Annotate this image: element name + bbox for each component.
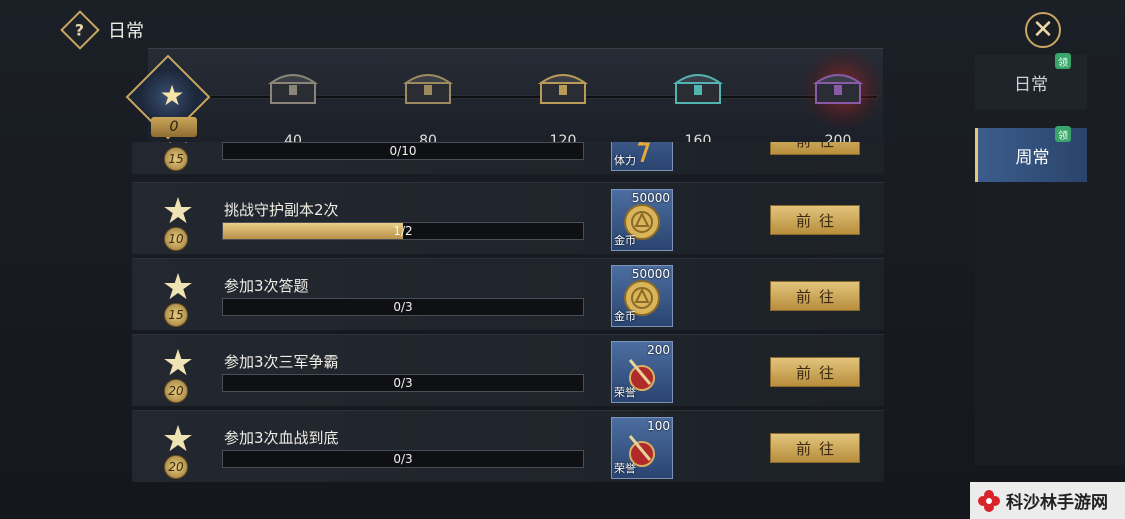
- side-tabs: 日常 领 周常 领: [975, 53, 1125, 465]
- task-points: 15: [164, 147, 188, 171]
- progress-text: 0/3: [393, 452, 413, 466]
- reward-item[interactable]: 体力: [611, 142, 673, 171]
- flower-logo-icon: [978, 489, 1000, 512]
- treasure-chest-icon: [402, 74, 454, 104]
- reward-name: 体力: [614, 154, 636, 167]
- go-button[interactable]: 前往: [770, 357, 860, 387]
- reward-item[interactable]: 50000 金币: [611, 189, 673, 251]
- task-points: 10: [164, 227, 188, 251]
- task-list[interactable]: ★ 15 0/10 体力 前往 ★ 10 挑战守护副本2次 1/2 50000 …: [132, 142, 884, 487]
- watermark-text: 科沙林手游网: [1006, 493, 1108, 513]
- reward-chest[interactable]: 160: [668, 63, 728, 149]
- reward-name: 荣誉: [614, 462, 636, 475]
- reward-amount: 100: [647, 419, 670, 433]
- reward-chest[interactable]: 80: [398, 63, 458, 149]
- reward-amount: 50000: [631, 267, 670, 281]
- task-name: 挑战守护副本2次: [224, 201, 339, 219]
- task-name: 参加3次血战到底: [224, 429, 339, 447]
- progress-bar: 1/2: [222, 222, 584, 240]
- treasure-chest-icon: [537, 74, 589, 104]
- task-points-badge: ★ 10: [150, 191, 204, 251]
- page-title: 日常: [108, 21, 144, 42]
- progress-text: 0/3: [393, 300, 413, 314]
- progress-bar: 0/3: [222, 298, 584, 316]
- progress-text: 1/2: [393, 224, 413, 238]
- task-points-badge: ★ 20: [150, 419, 204, 479]
- help-icon[interactable]: ?: [60, 10, 100, 50]
- tab-daily-label: 日常: [1014, 74, 1048, 95]
- task-points-badge: ★ 20: [150, 343, 204, 403]
- close-button[interactable]: ✕: [1025, 12, 1061, 48]
- tab-weekly-label: 周常: [1015, 147, 1050, 168]
- task-row: ★ 15 0/10 体力 前往: [132, 142, 884, 174]
- task-points: 20: [164, 379, 188, 403]
- task-points: 15: [164, 303, 188, 327]
- progress-text: 0/10: [389, 144, 417, 158]
- reward-amount: 50000: [631, 191, 670, 205]
- task-name: 参加3次答题: [224, 277, 309, 295]
- reward-chest[interactable]: 120: [533, 63, 593, 149]
- task-row: ★ 15 参加3次答题 0/3 50000 金币 前往: [132, 258, 884, 330]
- tab-daily[interactable]: 日常 领: [975, 53, 1087, 109]
- treasure-chest-icon: [812, 74, 864, 104]
- treasure-chest-icon: [267, 74, 319, 104]
- close-icon: ✕: [1032, 15, 1054, 45]
- reward-item[interactable]: 200 荣誉: [611, 341, 673, 403]
- claim-badge: 领: [1055, 53, 1071, 69]
- reward-name: 金币: [614, 310, 636, 323]
- task-points-badge: ★ 15: [150, 267, 204, 327]
- go-button[interactable]: 前往: [770, 433, 860, 463]
- reward-chest[interactable]: 40: [263, 63, 323, 149]
- treasure-chest-icon: [672, 74, 724, 104]
- task-row: ★ 20 参加3次三军争霸 0/3 200 荣誉 前往: [132, 334, 884, 406]
- progress-text: 0/3: [393, 376, 413, 390]
- help-glyph: ?: [75, 20, 85, 40]
- task-points-badge: ★ 15: [150, 142, 204, 171]
- current-points: 0: [151, 117, 197, 137]
- reward-item[interactable]: 100 荣誉: [611, 417, 673, 479]
- task-points: 20: [164, 455, 188, 479]
- task-row: ★ 10 挑战守护副本2次 1/2 50000 金币 前往: [132, 182, 884, 254]
- go-button[interactable]: 前往: [770, 142, 860, 155]
- star-icon: ★: [159, 78, 185, 112]
- claim-badge: 领: [1055, 126, 1071, 142]
- task-row: ★ 20 参加3次血战到底 0/3 100 荣誉 前往: [132, 410, 884, 482]
- go-button[interactable]: 前往: [770, 205, 860, 235]
- reward-track: ★ 0 40 80 120 160 200: [125, 48, 888, 149]
- watermark: 科沙林手游网: [970, 482, 1125, 519]
- reward-item[interactable]: 50000 金币: [611, 265, 673, 327]
- progress-bar: 0/3: [222, 450, 584, 468]
- reward-amount: 200: [647, 343, 670, 357]
- header: ? 日常: [60, 10, 144, 50]
- reward-chest[interactable]: 200: [798, 49, 888, 149]
- reward-name: 荣誉: [614, 386, 636, 399]
- reward-name: 金币: [614, 234, 636, 247]
- tab-weekly[interactable]: 周常 领: [975, 126, 1087, 182]
- task-name: 参加3次三军争霸: [224, 353, 339, 371]
- progress-bar: 0/10: [222, 142, 584, 160]
- progress-bar: 0/3: [222, 374, 584, 392]
- go-button[interactable]: 前往: [770, 281, 860, 311]
